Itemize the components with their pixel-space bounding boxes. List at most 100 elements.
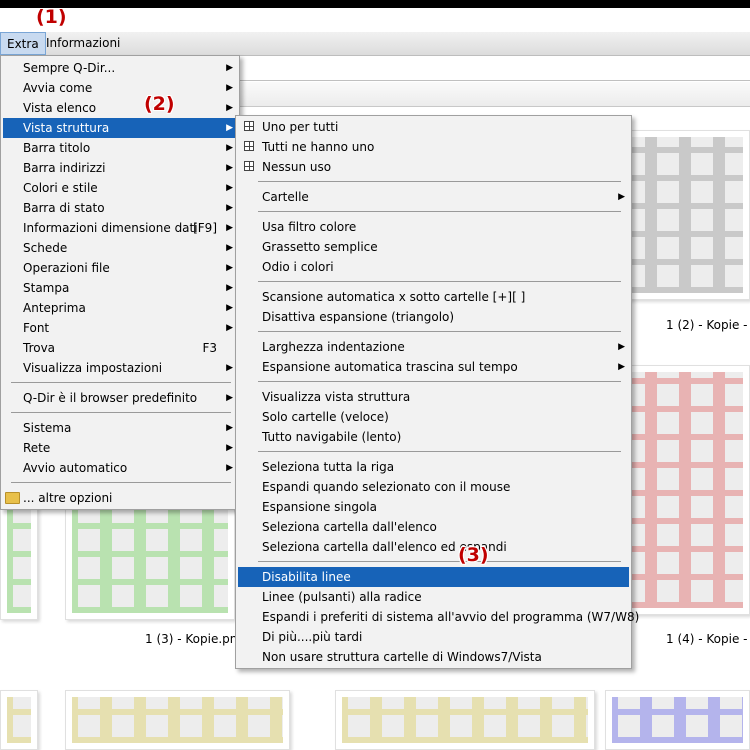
- menu-item-label: Q-Dir è il browser predefinito: [23, 391, 198, 405]
- menu-extra[interactable]: Extra: [0, 32, 46, 55]
- menu-separator: [258, 211, 621, 212]
- struttura-menu-item-espandi-quando-selezionato-con-il-mouse[interactable]: Espandi quando selezionato con il mouse: [238, 477, 629, 497]
- menu-item-label: Sistema: [23, 421, 72, 435]
- submenu-arrow-icon: ▶: [226, 223, 233, 233]
- submenu-arrow-icon: ▶: [226, 423, 233, 433]
- extra-menu-item-anteprima[interactable]: Anteprima ▶: [3, 298, 237, 318]
- extra-menu-item-avvia-come[interactable]: Avvia come ▶: [3, 78, 237, 98]
- extra-menu-item-avvio-automatico[interactable]: Avvio automatico ▶: [3, 458, 237, 478]
- struttura-menu-item-solo-cartelle-veloce[interactable]: Solo cartelle (veloce): [238, 407, 629, 427]
- toolbar-strip: [240, 82, 750, 107]
- struttura-menu-item-seleziona-cartella-dall-elenco[interactable]: Seleziona cartella dall'elenco: [238, 517, 629, 537]
- extra-menu-item-font[interactable]: Font ▶: [3, 318, 237, 338]
- submenu-arrow-icon: ▶: [226, 243, 233, 253]
- struttura-menu-item-linee-pulsanti-alla-radice[interactable]: Linee (pulsanti) alla radice: [238, 587, 629, 607]
- menu-separator: [258, 331, 621, 332]
- extra-menu-item-vista-struttura[interactable]: Vista struttura ▶: [3, 118, 237, 138]
- menu-separator: [258, 451, 621, 452]
- struttura-menu-item-espansione-automatica-trascina-sul-tempo[interactable]: Espansione automatica trascina sul tempo…: [238, 357, 629, 377]
- struttura-menu-item-disabilita-linee[interactable]: Disabilita linee: [238, 567, 629, 587]
- menu-item-label: Seleziona tutta la riga: [262, 460, 395, 474]
- menu-separator: [11, 382, 231, 383]
- struttura-menu-item-di-piu-piu-tardi[interactable]: Di più....più tardi: [238, 627, 629, 647]
- struttura-menu-item-grassetto-semplice[interactable]: Grassetto semplice: [238, 237, 629, 257]
- struttura-menu-item-visualizza-vista-struttura[interactable]: Visualizza vista struttura: [238, 387, 629, 407]
- struttura-menu-item-seleziona-tutta-la-riga[interactable]: Seleziona tutta la riga: [238, 457, 629, 477]
- menu-item-label: Usa filtro colore: [262, 220, 357, 234]
- image-thumbnail[interactable]: [65, 495, 235, 620]
- menu-informazioni[interactable]: Informazioni: [40, 32, 126, 55]
- extra-menu-item-informazioni-dimensione-dati[interactable]: Informazioni dimensione dati [F9] ▶: [3, 218, 237, 238]
- struttura-menu-item-tutto-navigabile-lento[interactable]: Tutto navigabile (lento): [238, 427, 629, 447]
- struttura-menu-item-scansione-automatica-x-sotto-cartelle[interactable]: Scansione automatica x sotto cartelle [+…: [238, 287, 629, 307]
- extra-menu-item-sempre-q-dir[interactable]: Sempre Q-Dir... ▶: [3, 58, 237, 78]
- struttura-menu-item-nessun-uso[interactable]: Nessun uso: [238, 157, 629, 177]
- menu-item-label: ... altre opzioni: [23, 491, 113, 505]
- menu-separator: [258, 281, 621, 282]
- menu-item-label: Non usare struttura cartelle di Windows7…: [262, 650, 542, 664]
- struttura-menu-item-odio-i-colori[interactable]: Odio i colori: [238, 257, 629, 277]
- menu-separator: [258, 381, 621, 382]
- submenu-arrow-icon: ▶: [618, 342, 625, 352]
- thumbnail-image: [7, 697, 31, 743]
- struttura-menu-item-cartelle[interactable]: Cartelle ▶: [238, 187, 629, 207]
- menu-item-label: Tutti ne hanno uno: [262, 140, 375, 154]
- grid-icon: [244, 161, 254, 171]
- image-thumbnail[interactable]: [0, 495, 38, 620]
- extra-menu-item-barra-indirizzi[interactable]: Barra indirizzi ▶: [3, 158, 237, 178]
- menu-item-label: Uno per tutti: [262, 120, 339, 134]
- menu-item-label: Grassetto semplice: [262, 240, 378, 254]
- menu-item-label: Disattiva espansione (triangolo): [262, 310, 455, 324]
- extra-menu-item-visualizza-impostazioni[interactable]: Visualizza impostazioni ▶: [3, 358, 237, 378]
- image-thumbnail[interactable]: [335, 690, 595, 750]
- grid-icon: [244, 121, 254, 131]
- menu-item-label: Font: [23, 321, 50, 335]
- submenu-arrow-icon: ▶: [226, 443, 233, 453]
- extra-menu-item-schede[interactable]: Schede ▶: [3, 238, 237, 258]
- extra-menu-item-stampa[interactable]: Stampa ▶: [3, 278, 237, 298]
- extra-menu-item-operazioni-file[interactable]: Operazioni file ▶: [3, 258, 237, 278]
- folder-icon: [5, 492, 20, 504]
- thumbnail-image: [617, 372, 743, 608]
- menu-item-label: Seleziona cartella dall'elenco: [262, 520, 437, 534]
- extra-menu-item-altre-opzioni[interactable]: ... altre opzioni: [3, 488, 237, 508]
- menu-item-label: Visualizza impostazioni: [23, 361, 163, 375]
- struttura-menu-item-larghezza-indentazione[interactable]: Larghezza indentazione ▶: [238, 337, 629, 357]
- thumbnail-caption[interactable]: 1 (4) - Kopie - Ko: [666, 632, 750, 646]
- image-thumbnail[interactable]: [0, 690, 38, 750]
- extra-menu-item-barra-titolo[interactable]: Barra titolo ▶: [3, 138, 237, 158]
- submenu-arrow-icon: ▶: [226, 363, 233, 373]
- struttura-menu-item-tutti-ne-hanno-uno[interactable]: Tutti ne hanno uno: [238, 137, 629, 157]
- menu-item-label: Solo cartelle (veloce): [262, 410, 389, 424]
- extra-menu-item-trova[interactable]: Trova F3: [3, 338, 237, 358]
- extra-menu-item-q-dir-e-il-browser-predefinito[interactable]: Q-Dir è il browser predefinito ▶: [3, 388, 237, 408]
- submenu-arrow-icon: ▶: [618, 192, 625, 202]
- submenu-arrow-icon: ▶: [618, 362, 625, 372]
- extra-menu-item-sistema[interactable]: Sistema ▶: [3, 418, 237, 438]
- address-bar[interactable]: [240, 58, 750, 81]
- struttura-menu-item-seleziona-cartella-dall-elenco-ed-espandi[interactable]: Seleziona cartella dall'elenco ed espand…: [238, 537, 629, 557]
- struttura-menu-item-uno-per-tutti[interactable]: Uno per tutti: [238, 117, 629, 137]
- submenu-arrow-icon: ▶: [226, 63, 233, 73]
- menu-item-label: Odio i colori: [262, 260, 334, 274]
- extra-menu-item-vista-elenco[interactable]: Vista elenco ▶: [3, 98, 237, 118]
- menu-item-label: Larghezza indentazione: [262, 340, 405, 354]
- thumbnail-caption[interactable]: 1 (2) - Kopie - Ko: [666, 318, 750, 332]
- menu-item-label: Barra titolo: [23, 141, 91, 155]
- submenu-arrow-icon: ▶: [226, 143, 233, 153]
- struttura-menu-item-espansione-singola[interactable]: Espansione singola: [238, 497, 629, 517]
- extra-menu-item-colori-e-stile[interactable]: Colori e stile ▶: [3, 178, 237, 198]
- menu-item-label: Tutto navigabile (lento): [262, 430, 402, 444]
- struttura-menu-item-usa-filtro-colore[interactable]: Usa filtro colore: [238, 217, 629, 237]
- thumbnail-grid-lines: [7, 697, 31, 743]
- struttura-menu-item-espandi-i-preferiti-di-sistema-all-avvio-del-programma-w7-w8[interactable]: Espandi i preferiti di sistema all'avvio…: [238, 607, 639, 627]
- extra-menu-item-rete[interactable]: Rete ▶: [3, 438, 237, 458]
- struttura-menu-item-non-usare-struttura-cartelle-di-windows7-vista[interactable]: Non usare struttura cartelle di Windows7…: [238, 647, 629, 667]
- image-thumbnail[interactable]: [605, 690, 750, 750]
- image-thumbnail[interactable]: [65, 690, 290, 750]
- struttura-menu-item-disattiva-espansione-triangolo[interactable]: Disattiva espansione (triangolo): [238, 307, 629, 327]
- thumbnail-caption[interactable]: 1 (3) - Kopie.png: [145, 632, 245, 646]
- window-top-edge: [0, 0, 750, 8]
- extra-menu-item-barra-di-stato[interactable]: Barra di stato ▶: [3, 198, 237, 218]
- menu-item-label: Avvia come: [23, 81, 93, 95]
